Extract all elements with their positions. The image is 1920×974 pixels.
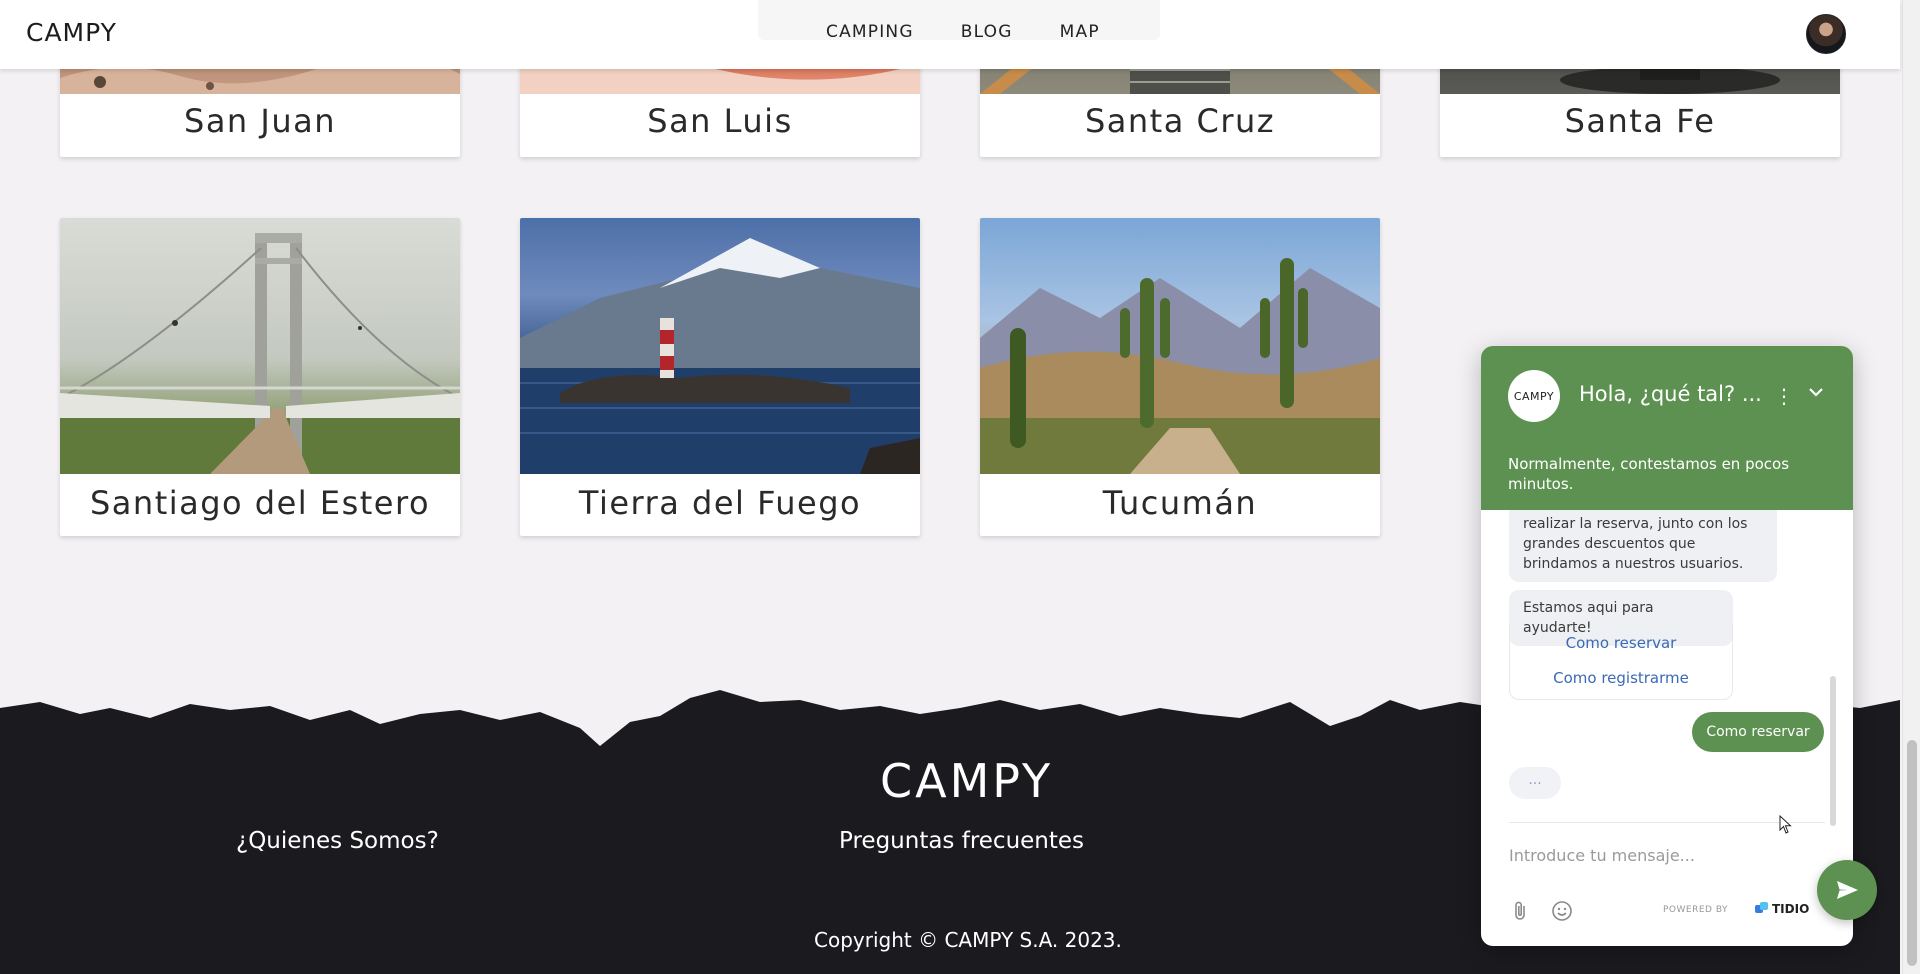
province-label: Santa Fe bbox=[1564, 102, 1716, 140]
footer-faq-link[interactable]: Preguntas frecuentes bbox=[839, 828, 1084, 854]
emoji-icon[interactable] bbox=[1551, 900, 1573, 926]
tidio-logo-icon bbox=[1755, 902, 1768, 913]
province-label: Tucumán bbox=[1102, 484, 1258, 522]
province-label: Tierra del Fuego bbox=[578, 484, 862, 522]
tidio-brand-text: TIDIO bbox=[1772, 902, 1810, 916]
user-avatar[interactable] bbox=[1806, 14, 1846, 54]
mouse-cursor-icon bbox=[1779, 814, 1793, 839]
province-label: San Luis bbox=[647, 102, 793, 140]
province-image bbox=[980, 218, 1380, 474]
chat-response-time: Normalmente, contestamos en pocos minuto… bbox=[1508, 455, 1790, 493]
quick-reply-registrarme[interactable]: Como registrarme bbox=[1509, 669, 1733, 687]
footer-about-link[interactable]: ¿Quienes Somos? bbox=[236, 828, 439, 854]
province-label: Santa Cruz bbox=[1084, 102, 1276, 140]
province-card-tierra-del-fuego[interactable]: Tierra del Fuego bbox=[520, 218, 920, 536]
powered-by-label: POWERED BY bbox=[1663, 905, 1729, 915]
main-nav: CAMPING BLOG MAP bbox=[826, 22, 1100, 42]
chat-title: Hola, ¿qué tal? ... bbox=[1579, 382, 1762, 406]
chat-avatar-text: CAMPY bbox=[1513, 389, 1555, 403]
nav-blog[interactable]: BLOG bbox=[961, 22, 1013, 42]
send-icon bbox=[1837, 881, 1858, 899]
chat-message-input[interactable] bbox=[1509, 846, 1749, 865]
quick-reply-reservar[interactable]: Como reservar bbox=[1509, 634, 1733, 652]
top-header: CAMPY CAMPING BLOG MAP bbox=[0, 0, 1900, 69]
chat-minimize-icon[interactable] bbox=[1805, 381, 1827, 407]
footer-copyright: Copyright © CAMPY S.A. 2023. bbox=[814, 928, 1122, 952]
chat-scrollbar[interactable] bbox=[1830, 676, 1836, 826]
chat-header: CAMPY Hola, ¿qué tal? ... ⋮ Normalmente,… bbox=[1481, 346, 1853, 510]
province-label: San Juan bbox=[184, 102, 336, 140]
chat-options-icon[interactable]: ⋮ bbox=[1774, 384, 1794, 408]
province-card-tucuman[interactable]: Tucumán bbox=[980, 218, 1380, 536]
user-message: Como reservar bbox=[1692, 712, 1824, 752]
page-scrollbar[interactable] bbox=[1902, 0, 1920, 974]
nav-map[interactable]: MAP bbox=[1060, 22, 1100, 42]
tidio-brand[interactable]: TIDIO bbox=[1755, 902, 1809, 916]
chat-divider bbox=[1509, 822, 1825, 823]
province-image bbox=[60, 218, 460, 474]
nav-camping[interactable]: CAMPING bbox=[826, 22, 914, 42]
chat-widget: CAMPY Hola, ¿qué tal? ... ⋮ Normalmente,… bbox=[1481, 346, 1853, 946]
footer-logo[interactable]: CAMPY bbox=[880, 754, 1053, 808]
chat-avatar: CAMPY bbox=[1508, 370, 1560, 422]
header-logo[interactable]: CAMPY bbox=[26, 18, 117, 47]
attachment-icon[interactable] bbox=[1511, 900, 1531, 926]
chat-send-button[interactable] bbox=[1817, 860, 1877, 920]
header-logo-text: CAMPY bbox=[26, 18, 117, 47]
bot-message: realizar la reserva, junto con los grand… bbox=[1509, 510, 1777, 582]
typing-indicator: ... bbox=[1509, 767, 1561, 799]
province-image bbox=[520, 218, 920, 474]
province-label: Santiago del Estero bbox=[89, 484, 431, 522]
page-scrollbar-thumb[interactable] bbox=[1907, 740, 1917, 966]
province-card-santiago-del-estero[interactable]: Santiago del Estero bbox=[60, 218, 460, 536]
